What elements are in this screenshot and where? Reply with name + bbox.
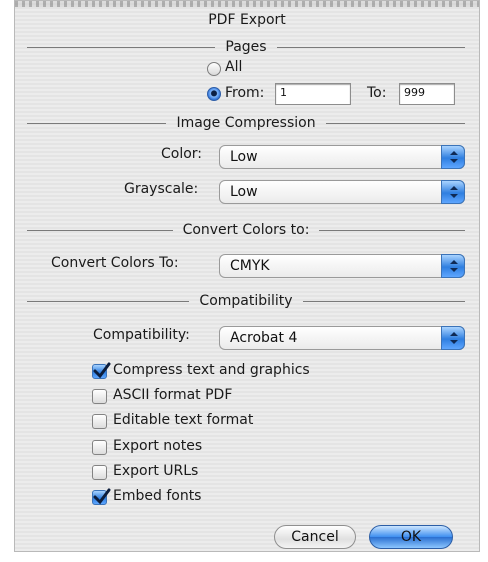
popup-arrows-icon: [441, 254, 465, 278]
pages-from-input[interactable]: 1: [275, 83, 351, 105]
compatibility-select[interactable]: Acrobat 4: [219, 326, 465, 350]
divider: [27, 122, 167, 124]
compatibility-label: Compatibility:: [93, 327, 190, 343]
image-compression-section-header: Image Compression: [27, 113, 466, 133]
image-compression-heading: Image Compression: [176, 115, 316, 131]
grayscale-compression-value: Low: [230, 184, 258, 200]
convert-colors-heading: Convert Colors to:: [182, 222, 310, 238]
color-compression-value: Low: [230, 149, 258, 165]
pages-from-label[interactable]: From:: [225, 85, 264, 101]
divider: [302, 300, 465, 302]
convert-colors-label: Convert Colors To:: [51, 255, 179, 271]
color-compression-select[interactable]: Low: [219, 145, 465, 169]
popup-arrows-icon: [441, 180, 465, 204]
compatibility-value: Acrobat 4: [230, 330, 298, 346]
pages-section-header: Pages: [27, 37, 465, 57]
ascii-format-checkbox[interactable]: [92, 389, 107, 404]
export-notes-checkbox[interactable]: [92, 440, 107, 455]
divider: [319, 229, 465, 231]
cancel-button[interactable]: Cancel: [274, 525, 356, 549]
pdf-export-dialog: PDF Export Pages All From: 1 To: 999 Ima…: [14, 0, 480, 552]
editable-text-label[interactable]: Editable text format: [113, 412, 253, 428]
pages-to-label: To:: [367, 85, 387, 101]
checkmark-icon: [93, 488, 111, 505]
ascii-format-label[interactable]: ASCII format PDF: [113, 387, 232, 403]
pages-heading: Pages: [225, 39, 267, 55]
pages-to-input[interactable]: 999: [399, 83, 455, 105]
divider: [276, 46, 465, 48]
embed-fonts-checkbox[interactable]: [92, 488, 111, 505]
export-urls-label[interactable]: Export URLs: [113, 463, 198, 479]
export-notes-label[interactable]: Export notes: [113, 438, 202, 454]
popup-arrows-icon: [441, 145, 465, 169]
compatibility-section-header: Compatibility: [27, 291, 465, 311]
compress-text-label[interactable]: Compress text and graphics: [113, 362, 310, 378]
pages-all-radio[interactable]: [207, 62, 221, 76]
convert-colors-section-header: Convert Colors to:: [27, 220, 465, 240]
compatibility-heading: Compatibility: [199, 293, 293, 309]
embed-fonts-label[interactable]: Embed fonts: [113, 488, 201, 504]
divider: [27, 46, 216, 48]
editable-text-checkbox[interactable]: [92, 414, 107, 429]
pages-all-label[interactable]: All: [225, 59, 242, 75]
compress-text-checkbox[interactable]: [92, 362, 111, 379]
grayscale-compression-label: Grayscale:: [124, 181, 199, 197]
color-compression-label: Color:: [161, 146, 203, 162]
grayscale-compression-select[interactable]: Low: [219, 180, 465, 204]
checkmark-icon: [93, 362, 111, 379]
export-urls-checkbox[interactable]: [92, 465, 107, 480]
ok-button[interactable]: OK: [369, 525, 453, 549]
convert-colors-value: CMYK: [230, 258, 270, 274]
divider: [27, 229, 173, 231]
divider: [27, 300, 190, 302]
pages-from-radio[interactable]: [207, 87, 221, 101]
divider: [325, 122, 466, 124]
popup-arrows-icon: [441, 326, 465, 350]
convert-colors-select[interactable]: CMYK: [219, 254, 465, 278]
dialog-title: PDF Export: [208, 12, 286, 28]
